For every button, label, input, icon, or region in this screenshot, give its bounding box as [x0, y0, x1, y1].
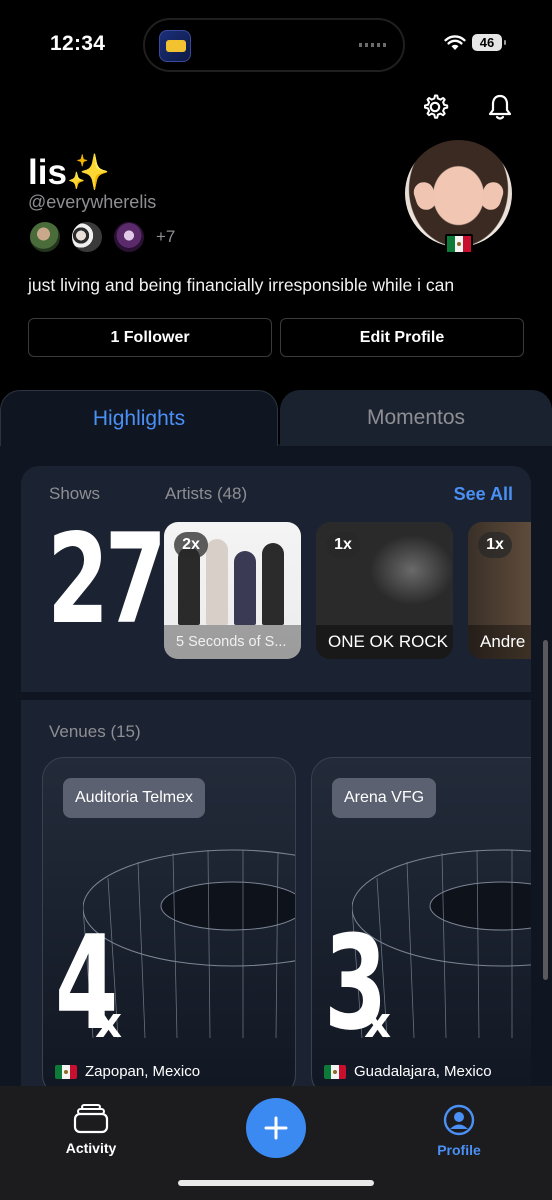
- mexico-flag-icon: [445, 234, 473, 254]
- shows-label: Shows: [49, 484, 101, 503]
- shows-count: 27: [47, 508, 167, 652]
- followers-button[interactable]: 1 Follower: [28, 318, 272, 357]
- shows-artists-card: Shows Artists (48) See All 27 2x 5 Secon…: [21, 466, 531, 692]
- scroll-indicator[interactable]: [543, 640, 548, 980]
- friend-avatar[interactable]: [112, 220, 146, 254]
- mexico-flag-icon: [55, 1064, 77, 1079]
- venue-visit-suffix: x: [364, 998, 392, 1047]
- venues-label: Venues (15): [49, 722, 141, 741]
- artists-label: Artists (48): [165, 484, 248, 503]
- edit-profile-button[interactable]: Edit Profile: [280, 318, 524, 357]
- tab-momentos[interactable]: Momentos: [280, 390, 552, 446]
- status-time: 12:34: [50, 32, 106, 55]
- venue-visit-suffix: x: [95, 998, 123, 1047]
- wifi-icon: [444, 34, 466, 50]
- profile-icon: [443, 1104, 475, 1136]
- gear-icon[interactable]: [420, 92, 450, 122]
- venue-name-chip: Auditoria Telmex: [63, 778, 205, 818]
- venue-card[interactable]: Arena VFG 3 x Guadalajara, Mexico: [311, 757, 531, 1097]
- artist-card[interactable]: 1x ONE OK ROCK: [316, 522, 453, 659]
- friend-avatar[interactable]: [28, 220, 62, 254]
- artist-times-badge: 1x: [478, 532, 512, 558]
- venue-location-text: Zapopan, Mexico: [85, 1063, 201, 1080]
- artist-card[interactable]: 2x 5 Seconds of S...: [164, 522, 301, 659]
- friend-avatars[interactable]: +7: [28, 220, 175, 254]
- nav-activity-label: Activity: [65, 1140, 117, 1156]
- profile-handle: @everywherelis: [28, 192, 157, 212]
- profile-name: lis✨: [28, 153, 111, 192]
- tab-highlights[interactable]: Highlights: [0, 390, 278, 446]
- add-button[interactable]: [246, 1098, 306, 1158]
- venue-location: Guadalajara, Mexico: [324, 1063, 492, 1080]
- venue-location: Zapopan, Mexico: [55, 1063, 200, 1080]
- plus-icon: [264, 1116, 288, 1140]
- see-all-link[interactable]: See All: [454, 484, 513, 505]
- nav-profile-label: Profile: [437, 1142, 481, 1158]
- avatar-hand: [411, 179, 439, 213]
- battery-icon: 46: [472, 34, 506, 51]
- live-activity-indicator: [359, 43, 387, 47]
- live-activity-app-icon: [159, 30, 191, 62]
- profile-avatar[interactable]: [405, 140, 512, 247]
- activity-icon: [73, 1104, 109, 1134]
- avatar-hand: [478, 179, 506, 213]
- artist-name: 5 Seconds of S...: [164, 625, 301, 659]
- venue-card[interactable]: Auditoria Telmex 4 x Zapopan, Mexico: [42, 757, 296, 1097]
- venue-location-text: Guadalajara, Mexico: [354, 1063, 492, 1080]
- dynamic-island: [143, 18, 405, 72]
- friend-avatar[interactable]: [70, 220, 104, 254]
- venues-card: Venues (15) Auditoria Telmex 4 x Zapopan…: [21, 700, 531, 1100]
- status-indicators: 46: [444, 34, 506, 51]
- artist-times-badge: 2x: [174, 532, 208, 558]
- mexico-flag-icon: [324, 1064, 346, 1079]
- profile-bio: just living and being financially irresp…: [28, 275, 455, 295]
- nav-activity[interactable]: Activity: [46, 1104, 136, 1156]
- venue-name-chip: Arena VFG: [332, 778, 437, 818]
- friends-more-count[interactable]: +7: [156, 227, 175, 247]
- artist-card[interactable]: 1x Andre: [468, 522, 531, 659]
- artist-name: Andre: [468, 625, 531, 659]
- bell-icon[interactable]: [485, 92, 515, 122]
- home-indicator[interactable]: [178, 1180, 374, 1186]
- artist-times-badge: 1x: [326, 532, 360, 558]
- nav-profile[interactable]: Profile: [414, 1104, 504, 1158]
- artist-name: ONE OK ROCK: [316, 625, 453, 659]
